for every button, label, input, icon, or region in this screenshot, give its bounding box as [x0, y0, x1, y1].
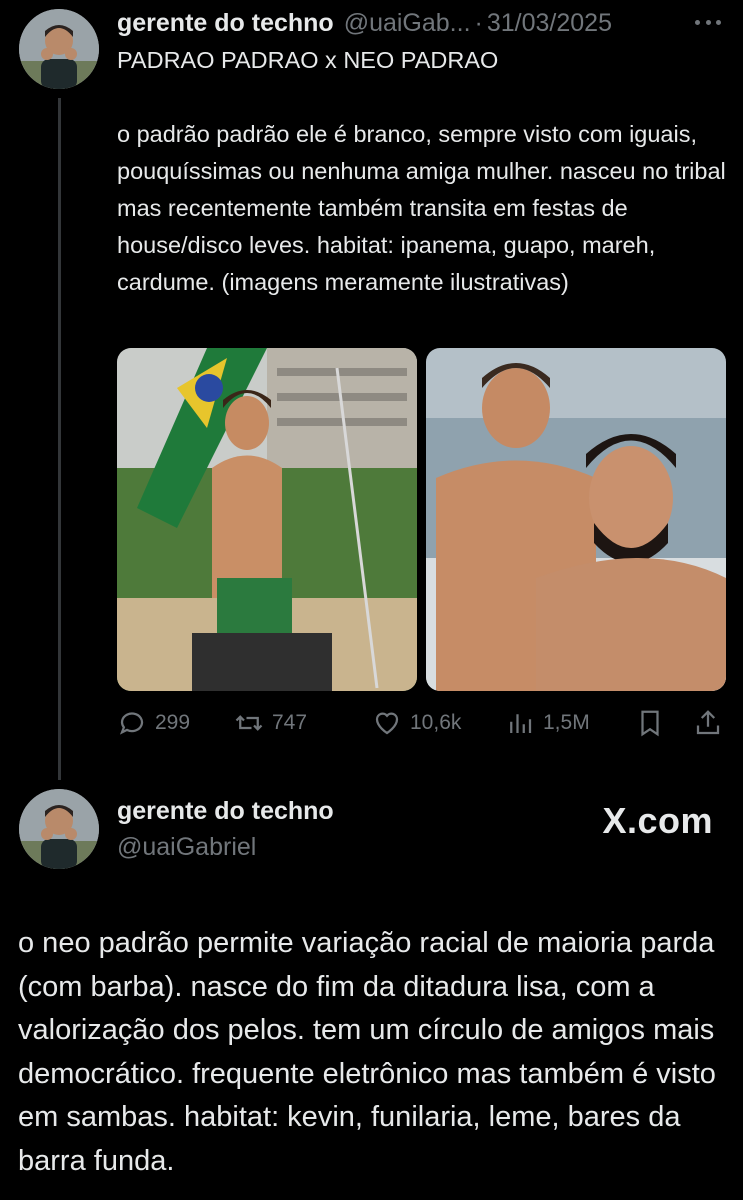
tweet-date[interactable]: 31/03/2025: [487, 9, 612, 38]
author-handle[interactable]: @uaiGab...: [344, 9, 471, 38]
views-button[interactable]: 1,5M: [505, 702, 590, 744]
bookmark-button[interactable]: [635, 702, 673, 744]
tweet-text-2: o neo padrão permite variação racial de …: [18, 927, 716, 1177]
author-handle-2[interactable]: @uaiGabriel: [117, 833, 256, 862]
photo-two-men-boat[interactable]: [426, 348, 726, 691]
retweet-button[interactable]: 747: [234, 702, 307, 744]
reply-icon: [119, 712, 144, 735]
share-button[interactable]: [693, 702, 731, 744]
author-name[interactable]: gerente do techno: [117, 9, 334, 38]
reply-button[interactable]: 299: [117, 702, 190, 744]
heart-icon: [375, 712, 399, 735]
author-avatar-2[interactable]: [19, 789, 99, 869]
author-avatar[interactable]: [19, 9, 99, 89]
retweet-icon: [235, 715, 263, 731]
views-count: 1,5M: [543, 711, 590, 734]
photo-man-beach-flag[interactable]: [117, 348, 417, 691]
bookmark-icon: [641, 710, 659, 737]
tweet-actions-bar: 299 747 10,6k 1,5M: [117, 702, 727, 744]
tweet-header: gerente do techno @uaiGab... · 31/03/202…: [117, 6, 727, 40]
retweet-count: 747: [272, 711, 308, 734]
thread-connector-line: [58, 98, 61, 780]
author-name-2[interactable]: gerente do techno: [117, 797, 334, 826]
like-count: 10,6k: [410, 711, 462, 734]
reply-count: 299: [155, 711, 191, 734]
more-horizontal-icon[interactable]: [695, 10, 721, 34]
tweet-text: PADRAO PADRAO x NEO PADRAO o padrão padr…: [117, 47, 726, 295]
xcom-watermark: X.com: [602, 800, 713, 841]
header-separator: ·: [474, 8, 483, 37]
like-button[interactable]: 10,6k: [372, 702, 461, 744]
share-icon: [696, 710, 720, 735]
views-chart-icon: [510, 714, 532, 733]
